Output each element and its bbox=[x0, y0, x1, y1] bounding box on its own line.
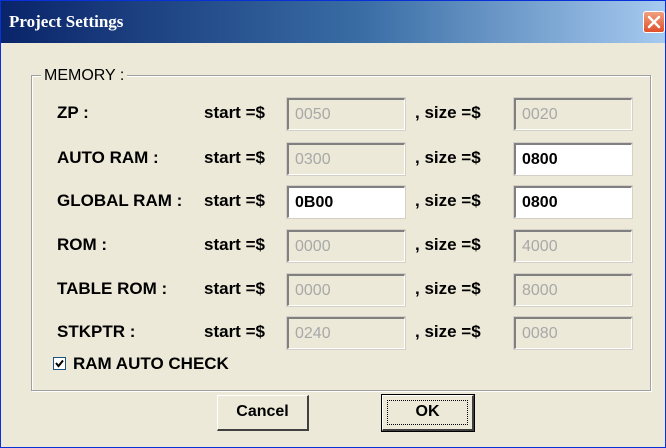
checkmark-icon bbox=[55, 359, 64, 368]
row-label-table-rom: TABLE ROM : bbox=[57, 279, 168, 298]
start-label: start =$ bbox=[204, 235, 265, 254]
focus-rect bbox=[387, 400, 468, 425]
cancel-button[interactable]: Cancel bbox=[217, 395, 309, 431]
ok-button[interactable]: OK bbox=[381, 394, 475, 432]
size-label: , size =$ bbox=[415, 191, 481, 210]
row-label-global-ram: GLOBAL RAM : bbox=[57, 191, 183, 210]
zp-size-field: 0020 bbox=[513, 97, 633, 131]
size-label: , size =$ bbox=[415, 148, 481, 167]
row-label-rom: ROM : bbox=[57, 235, 108, 254]
ram-auto-check-checkbox[interactable] bbox=[53, 357, 66, 370]
row-label-auto-ram: AUTO RAM : bbox=[57, 148, 159, 167]
start-label: start =$ bbox=[204, 148, 265, 167]
rom-start-field: 0000 bbox=[286, 229, 406, 263]
zp-start-field: 0050 bbox=[286, 97, 406, 131]
size-label: , size =$ bbox=[415, 235, 481, 254]
close-icon bbox=[647, 15, 661, 29]
auto-ram-size-input[interactable]: 0800 bbox=[513, 142, 633, 176]
size-label: , size =$ bbox=[415, 279, 481, 298]
stkptr-size-field: 0080 bbox=[513, 316, 633, 350]
size-label: , size =$ bbox=[415, 322, 481, 341]
close-button[interactable] bbox=[643, 11, 665, 33]
project-settings-dialog: Project Settings MEMORY : ZP : start =$ … bbox=[0, 0, 666, 448]
start-label: start =$ bbox=[204, 279, 265, 298]
title-bar[interactable]: Project Settings bbox=[1, 1, 665, 43]
stkptr-start-field: 0240 bbox=[286, 316, 406, 350]
size-label: , size =$ bbox=[415, 103, 481, 122]
start-label: start =$ bbox=[204, 103, 265, 122]
start-label: start =$ bbox=[204, 322, 265, 341]
window-title: Project Settings bbox=[9, 12, 124, 31]
memory-group-legend: MEMORY : bbox=[41, 67, 128, 85]
global-ram-start-input[interactable]: 0B00 bbox=[286, 185, 406, 219]
row-label-stkptr: STKPTR : bbox=[57, 322, 136, 341]
rom-size-field: 4000 bbox=[513, 229, 633, 263]
cancel-button-label: Cancel bbox=[236, 403, 289, 420]
table-rom-start-field: 0000 bbox=[286, 273, 406, 307]
table-rom-size-field: 8000 bbox=[513, 273, 633, 307]
start-label: start =$ bbox=[204, 191, 265, 210]
row-label-zp: ZP : bbox=[57, 103, 89, 122]
auto-ram-start-field: 0300 bbox=[286, 142, 406, 176]
ram-auto-check-label: RAM AUTO CHECK bbox=[73, 354, 229, 373]
global-ram-size-input[interactable]: 0800 bbox=[513, 185, 633, 219]
